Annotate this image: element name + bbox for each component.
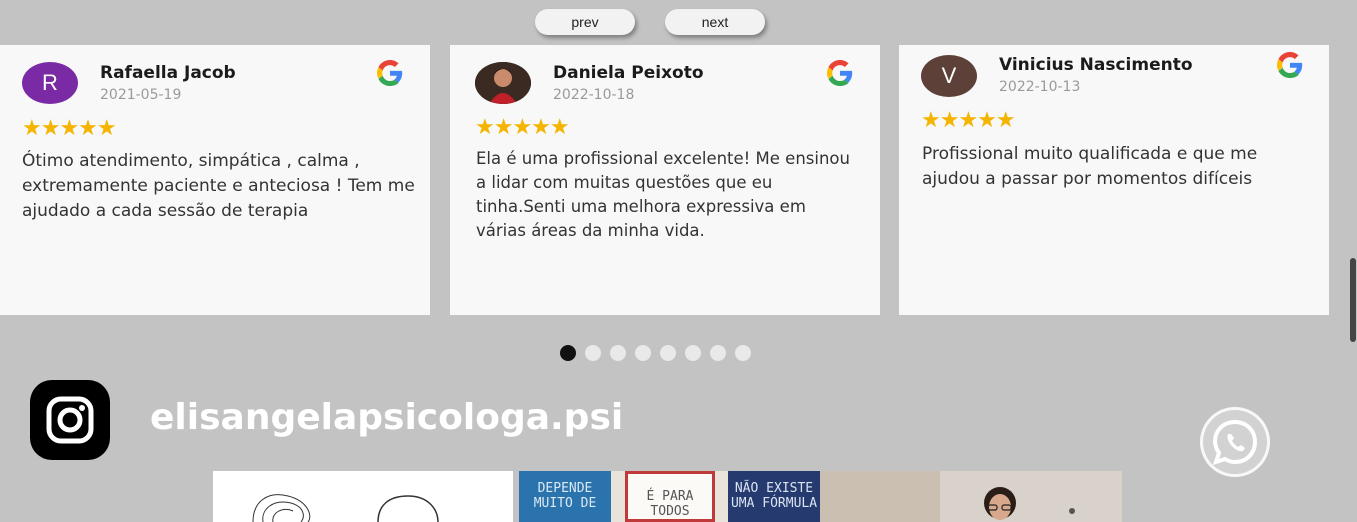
review-text: Ótimo atendimento, simpática , calma , e… [22, 151, 415, 221]
google-icon [377, 60, 403, 86]
reviewer-name: Daniela Peixoto [553, 63, 704, 83]
review-card: Daniela Peixoto 2022-10-18 ★★★★★ Ela é u… [450, 45, 880, 315]
review-card: R Rafaella Jacob 2021-05-19 ★★★★★ Ótimo … [0, 45, 430, 315]
review-card: V Vinicius Nascimento 2022-10-13 ★★★★★ P… [899, 45, 1329, 315]
instagram-icon[interactable] [30, 380, 110, 460]
whatsapp-icon [1212, 419, 1258, 466]
google-icon [827, 60, 853, 86]
instagram-photo[interactable] [820, 471, 1122, 522]
avatar: R [22, 62, 78, 104]
book-cover: DEPENDE MUITO DE [519, 471, 611, 522]
carousel-dot[interactable] [660, 345, 676, 361]
carousel-dot[interactable] [735, 345, 751, 361]
carousel-dot[interactable] [585, 345, 601, 361]
whatsapp-button[interactable] [1200, 407, 1270, 477]
next-button[interactable]: next [665, 9, 765, 35]
carousel-dots [560, 345, 751, 361]
carousel-dot[interactable] [710, 345, 726, 361]
scrollbar[interactable] [1349, 0, 1357, 522]
rating-stars: ★★★★★ [22, 116, 117, 141]
carousel-dot[interactable] [685, 345, 701, 361]
book-cover: É PARA TODOS [625, 471, 715, 522]
review-date: 2022-10-13 [999, 79, 1081, 95]
scrollbar-thumb[interactable] [1350, 258, 1356, 342]
review-date: 2021-05-19 [100, 87, 182, 103]
rating-stars: ★★★★★ [921, 108, 1016, 133]
carousel-dot[interactable] [610, 345, 626, 361]
carousel-dot[interactable] [560, 345, 576, 361]
reviewer-name: Vinicius Nascimento [999, 55, 1193, 75]
instagram-photo[interactable] [213, 471, 513, 522]
instagram-handle[interactable]: elisangelapsicologa.psi [150, 397, 623, 438]
review-text: Ela é uma profissional excelente! Me ens… [476, 149, 850, 240]
review-text: Profissional muito qualificada e que me … [922, 144, 1258, 189]
google-icon [1277, 52, 1303, 78]
avatar [475, 62, 531, 104]
carousel-dot[interactable] [635, 345, 651, 361]
review-date: 2022-10-18 [553, 87, 635, 103]
prev-button[interactable]: prev [535, 9, 635, 35]
instagram-photo[interactable]: DEPENDE MUITO DE É PARA TODOS NÃO EXISTE… [519, 471, 820, 522]
book-cover: NÃO EXISTE UMA FÓRMULA [728, 471, 820, 522]
avatar: V [921, 55, 977, 97]
rating-stars: ★★★★★ [475, 115, 570, 140]
reviewer-name: Rafaella Jacob [100, 63, 236, 83]
